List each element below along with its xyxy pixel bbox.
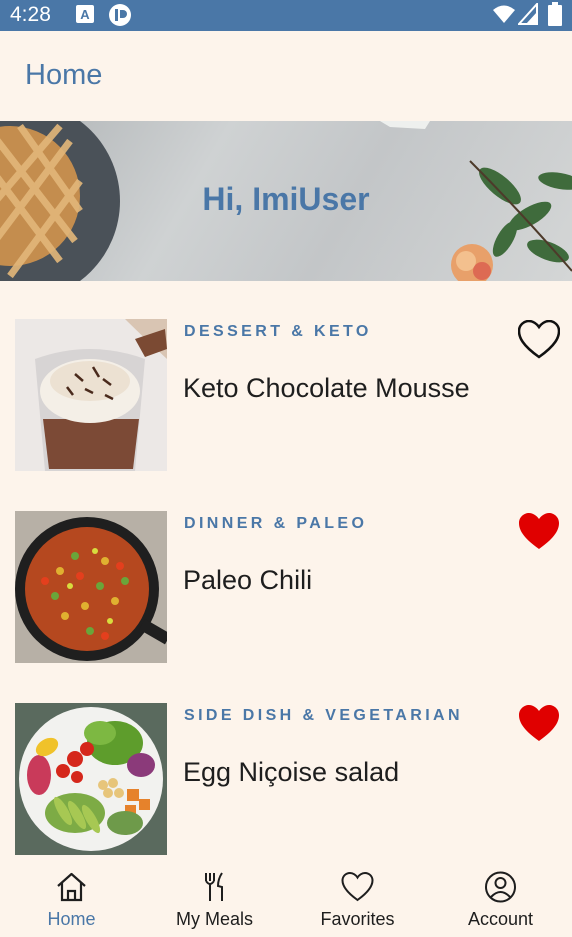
greeting-text: Hi, ImiUser <box>202 181 370 217</box>
meal-card[interactable]: DINNER & PALEO Paleo Chili <box>0 473 572 665</box>
meal-card[interactable]: SIDE DISH & VEGETARIAN Egg Niçoise salad <box>0 665 572 857</box>
page-title: Home <box>25 59 103 91</box>
heart-icon <box>341 871 374 902</box>
meal-name[interactable]: Keto Chocolate Mousse <box>183 373 470 404</box>
meal-image <box>15 511 167 663</box>
signal-icon <box>518 3 538 25</box>
meal-category: DESSERT & KETO <box>184 323 372 340</box>
nav-my-meals-label: My Meals <box>175 909 253 929</box>
meal-category: SIDE DISH & VEGETARIAN <box>184 707 463 724</box>
nav-account-label: Account <box>467 909 534 929</box>
favorite-heart-outline-icon[interactable] <box>518 320 560 360</box>
app-icon <box>109 4 131 26</box>
nav-favorites-label: Favorites <box>320 909 395 929</box>
status-time: 4:28 <box>10 3 51 26</box>
nav-home-label: Home <box>47 909 96 929</box>
meal-card[interactable]: DESSERT & KETO Keto Chocolate Mousse <box>0 281 572 473</box>
status-bar: 4:28 A <box>0 0 572 31</box>
bottom-navigation: Home My Meals Favorites Account <box>0 862 572 937</box>
meal-name[interactable]: Egg Niçoise salad <box>183 757 399 788</box>
hero-banner: Hi, ImiUser <box>0 121 572 281</box>
nav-my-meals[interactable]: My Meals <box>143 862 286 937</box>
meal-image <box>15 703 167 855</box>
fork-knife-icon <box>205 872 223 901</box>
favorite-heart-filled-icon[interactable] <box>518 704 560 744</box>
meal-category: DINNER & PALEO <box>184 515 368 532</box>
wifi-icon <box>493 5 515 23</box>
account-icon <box>485 871 516 903</box>
meal-image <box>15 319 167 471</box>
battery-icon <box>548 2 562 26</box>
nav-account[interactable]: Account <box>429 862 572 937</box>
favorite-heart-filled-icon[interactable] <box>518 512 560 552</box>
nav-favorites[interactable]: Favorites <box>286 862 429 937</box>
home-icon <box>57 872 86 902</box>
meal-name[interactable]: Paleo Chili <box>183 565 312 596</box>
keyboard-a-icon: A <box>76 5 94 23</box>
nav-home[interactable]: Home <box>0 862 143 937</box>
app-bar: Home <box>0 31 572 121</box>
svg-text:A: A <box>80 7 90 22</box>
